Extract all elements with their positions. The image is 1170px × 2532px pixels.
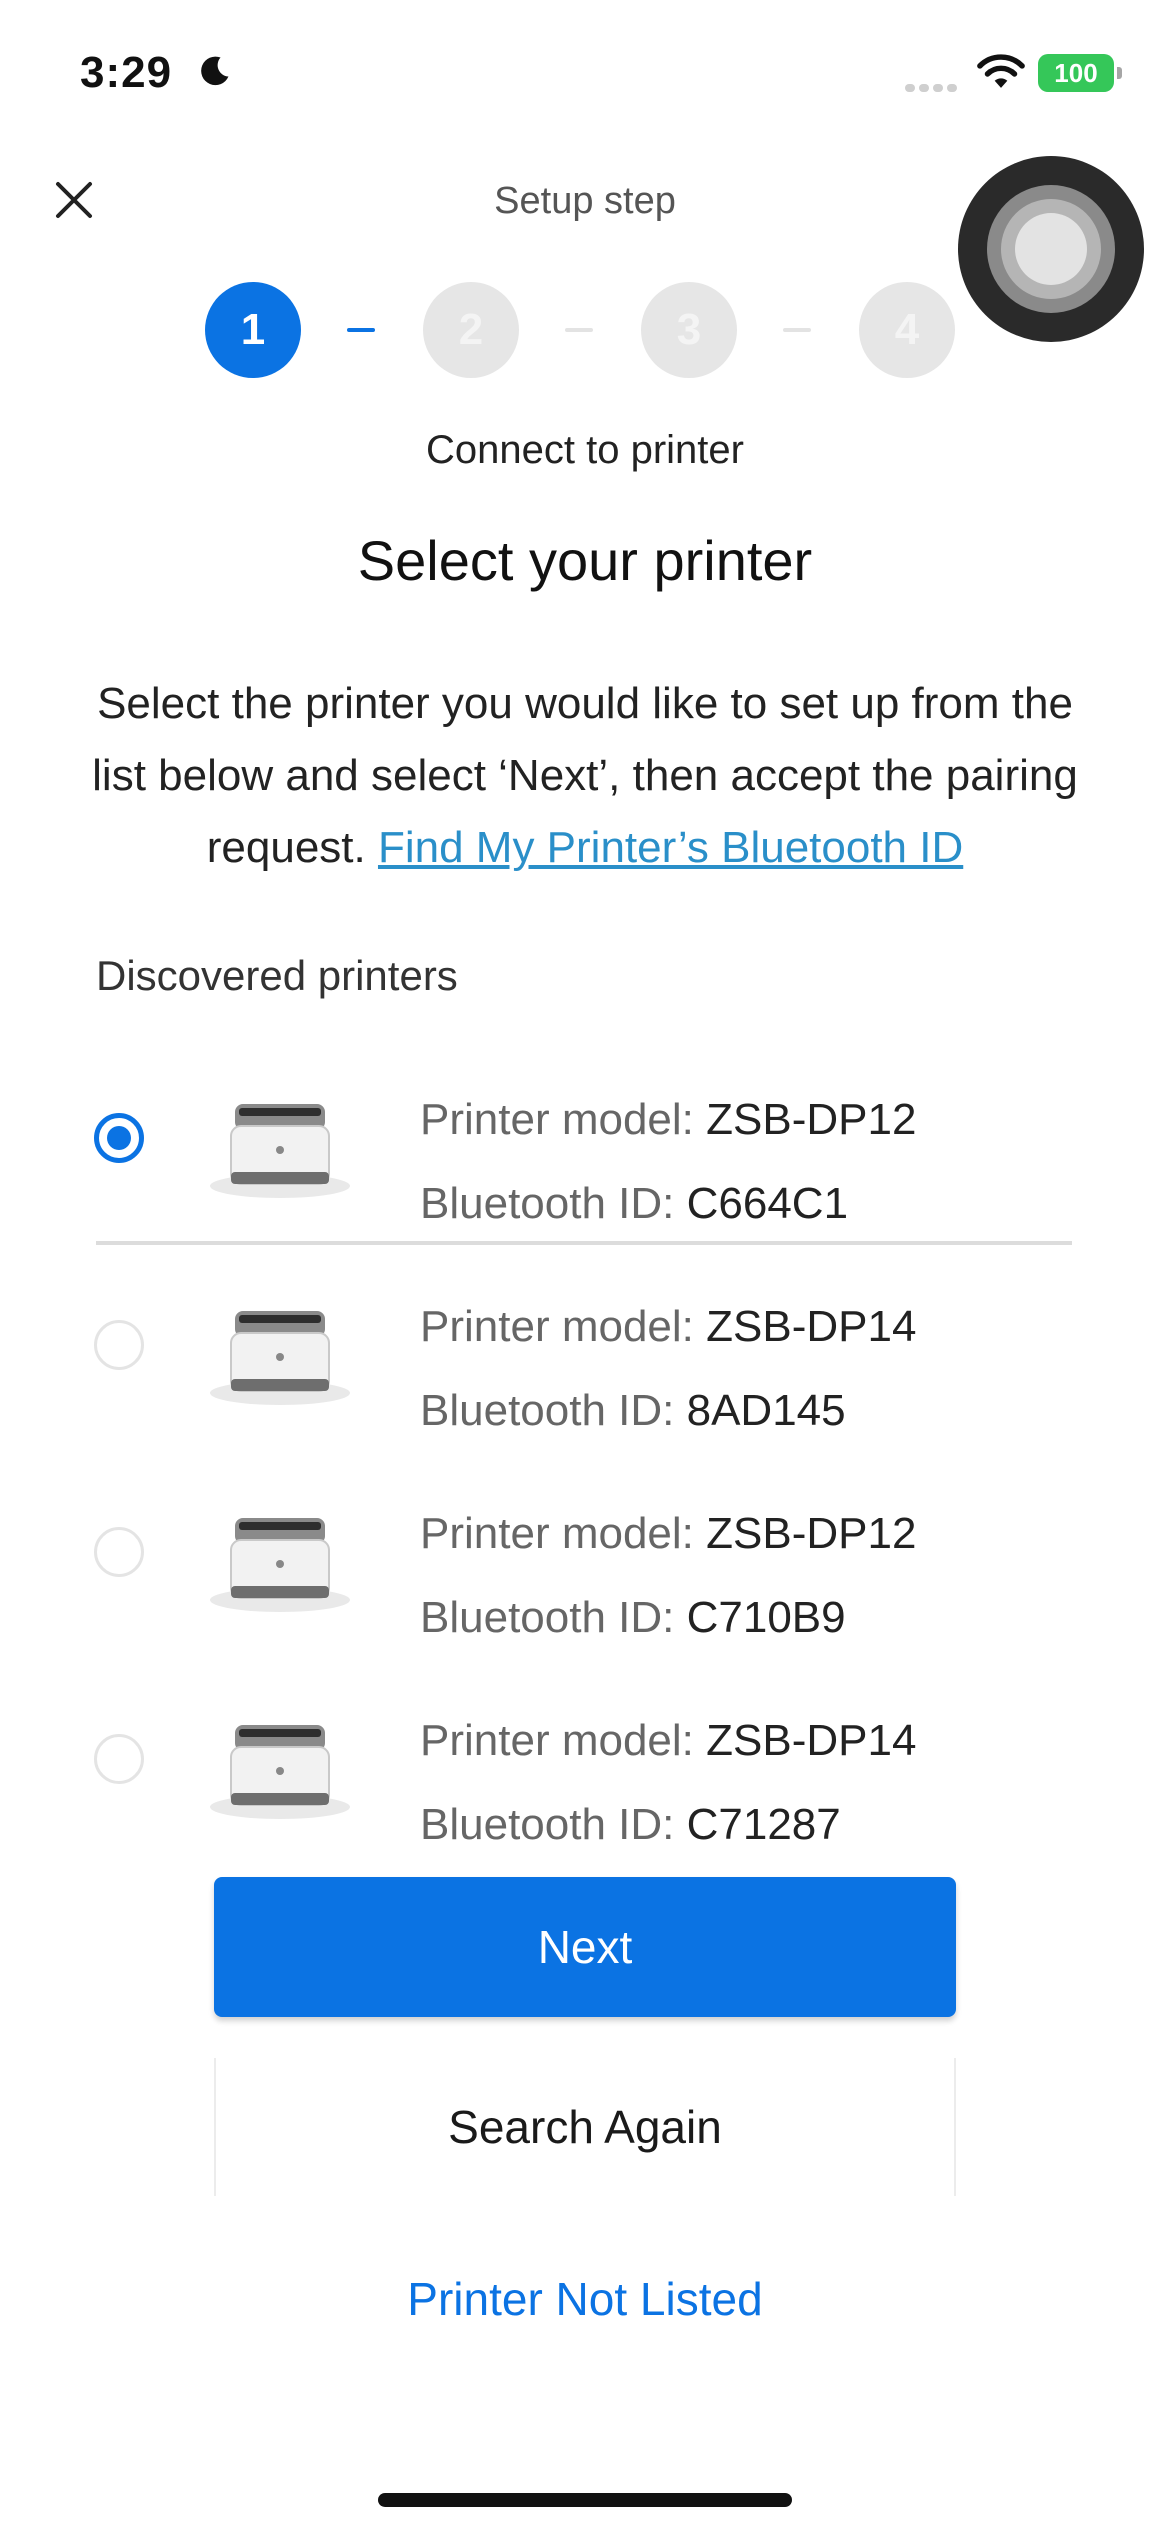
step-connector [565,328,593,332]
printer-icon [210,1311,350,1405]
bluetooth-id: 8AD145 [686,1386,846,1435]
status-bar: 3:29 100 [0,0,1170,150]
printer-icon [210,1104,350,1198]
printer-model-label: Printer model: [420,1509,694,1558]
printer-icon [210,1518,350,1612]
printer-info: Printer model: ZSB-DP14 Bluetooth ID: C7… [420,1699,916,1867]
battery-level: 100 [1054,57,1098,88]
page-title: Select your printer [357,529,813,592]
bluetooth-id: C710B9 [686,1593,846,1642]
printer-radio-selected[interactable] [94,1113,144,1163]
printer-row[interactable]: Printer model: ZSB-DP12 Bluetooth ID: C7… [0,1454,1170,1661]
bluetooth-id-label: Bluetooth ID: [420,1386,675,1435]
step-3: 3 [641,282,737,378]
bluetooth-id-label: Bluetooth ID: [420,1593,675,1642]
printer-info: Printer model: ZSB-DP14 Bluetooth ID: 8A… [420,1285,916,1453]
printer-model: ZSB-DP14 [706,1302,917,1351]
printer-list: Printer model: ZSB-DP12 Bluetooth ID: C6… [0,1040,1170,1868]
printer-row[interactable]: Printer model: ZSB-DP14 Bluetooth ID: C7… [0,1661,1170,1868]
status-time: 3:29 [80,48,173,97]
bluetooth-id-help-link[interactable]: Find My Printer’s Bluetooth ID [378,823,963,872]
battery-icon: 100 [1038,54,1122,92]
wifi-icon [977,54,1025,88]
printer-model: ZSB-DP12 [706,1509,917,1558]
instructions-text: Select the printer you would like to set… [70,668,1100,884]
cellular-signal-icon [905,72,975,92]
step-connector [347,328,375,332]
discovered-printers-label: Discovered printers [96,952,458,999]
printer-info: Printer model: ZSB-DP12 Bluetooth ID: C7… [420,1492,916,1660]
step-connector [783,328,811,332]
printer-model-label: Printer model: [420,1302,694,1351]
printer-info: Printer model: ZSB-DP12 Bluetooth ID: C6… [420,1078,916,1246]
printer-row[interactable]: Printer model: ZSB-DP14 Bluetooth ID: 8A… [0,1247,1170,1454]
bluetooth-id-label: Bluetooth ID: [420,1179,675,1228]
printer-model-label: Printer model: [420,1095,694,1144]
printer-icon [210,1725,350,1819]
bluetooth-id-label: Bluetooth ID: [420,1800,675,1849]
printer-model: ZSB-DP12 [706,1095,917,1144]
step-indicator: 1 2 3 4 [205,282,965,382]
step-4: 4 [859,282,955,378]
step-1: 1 [205,282,301,378]
printer-model: ZSB-DP14 [706,1716,917,1765]
printer-row[interactable]: Printer model: ZSB-DP12 Bluetooth ID: C6… [0,1040,1170,1247]
next-button[interactable]: Next [214,1877,956,2017]
step-subtitle: Connect to printer [426,428,744,472]
bluetooth-id: C71287 [686,1800,841,1849]
printer-radio[interactable] [94,1320,144,1370]
printer-radio[interactable] [94,1734,144,1784]
printer-radio[interactable] [94,1527,144,1577]
printer-not-listed-link[interactable]: Printer Not Listed [0,2272,1170,2326]
printer-model-label: Printer model: [420,1716,694,1765]
step-2: 2 [423,282,519,378]
assistive-touch-button[interactable] [958,156,1144,342]
home-indicator[interactable] [378,2493,792,2507]
moon-icon [201,56,229,86]
search-again-button[interactable]: Search Again [214,2058,956,2196]
bluetooth-id: C664C1 [686,1179,849,1228]
